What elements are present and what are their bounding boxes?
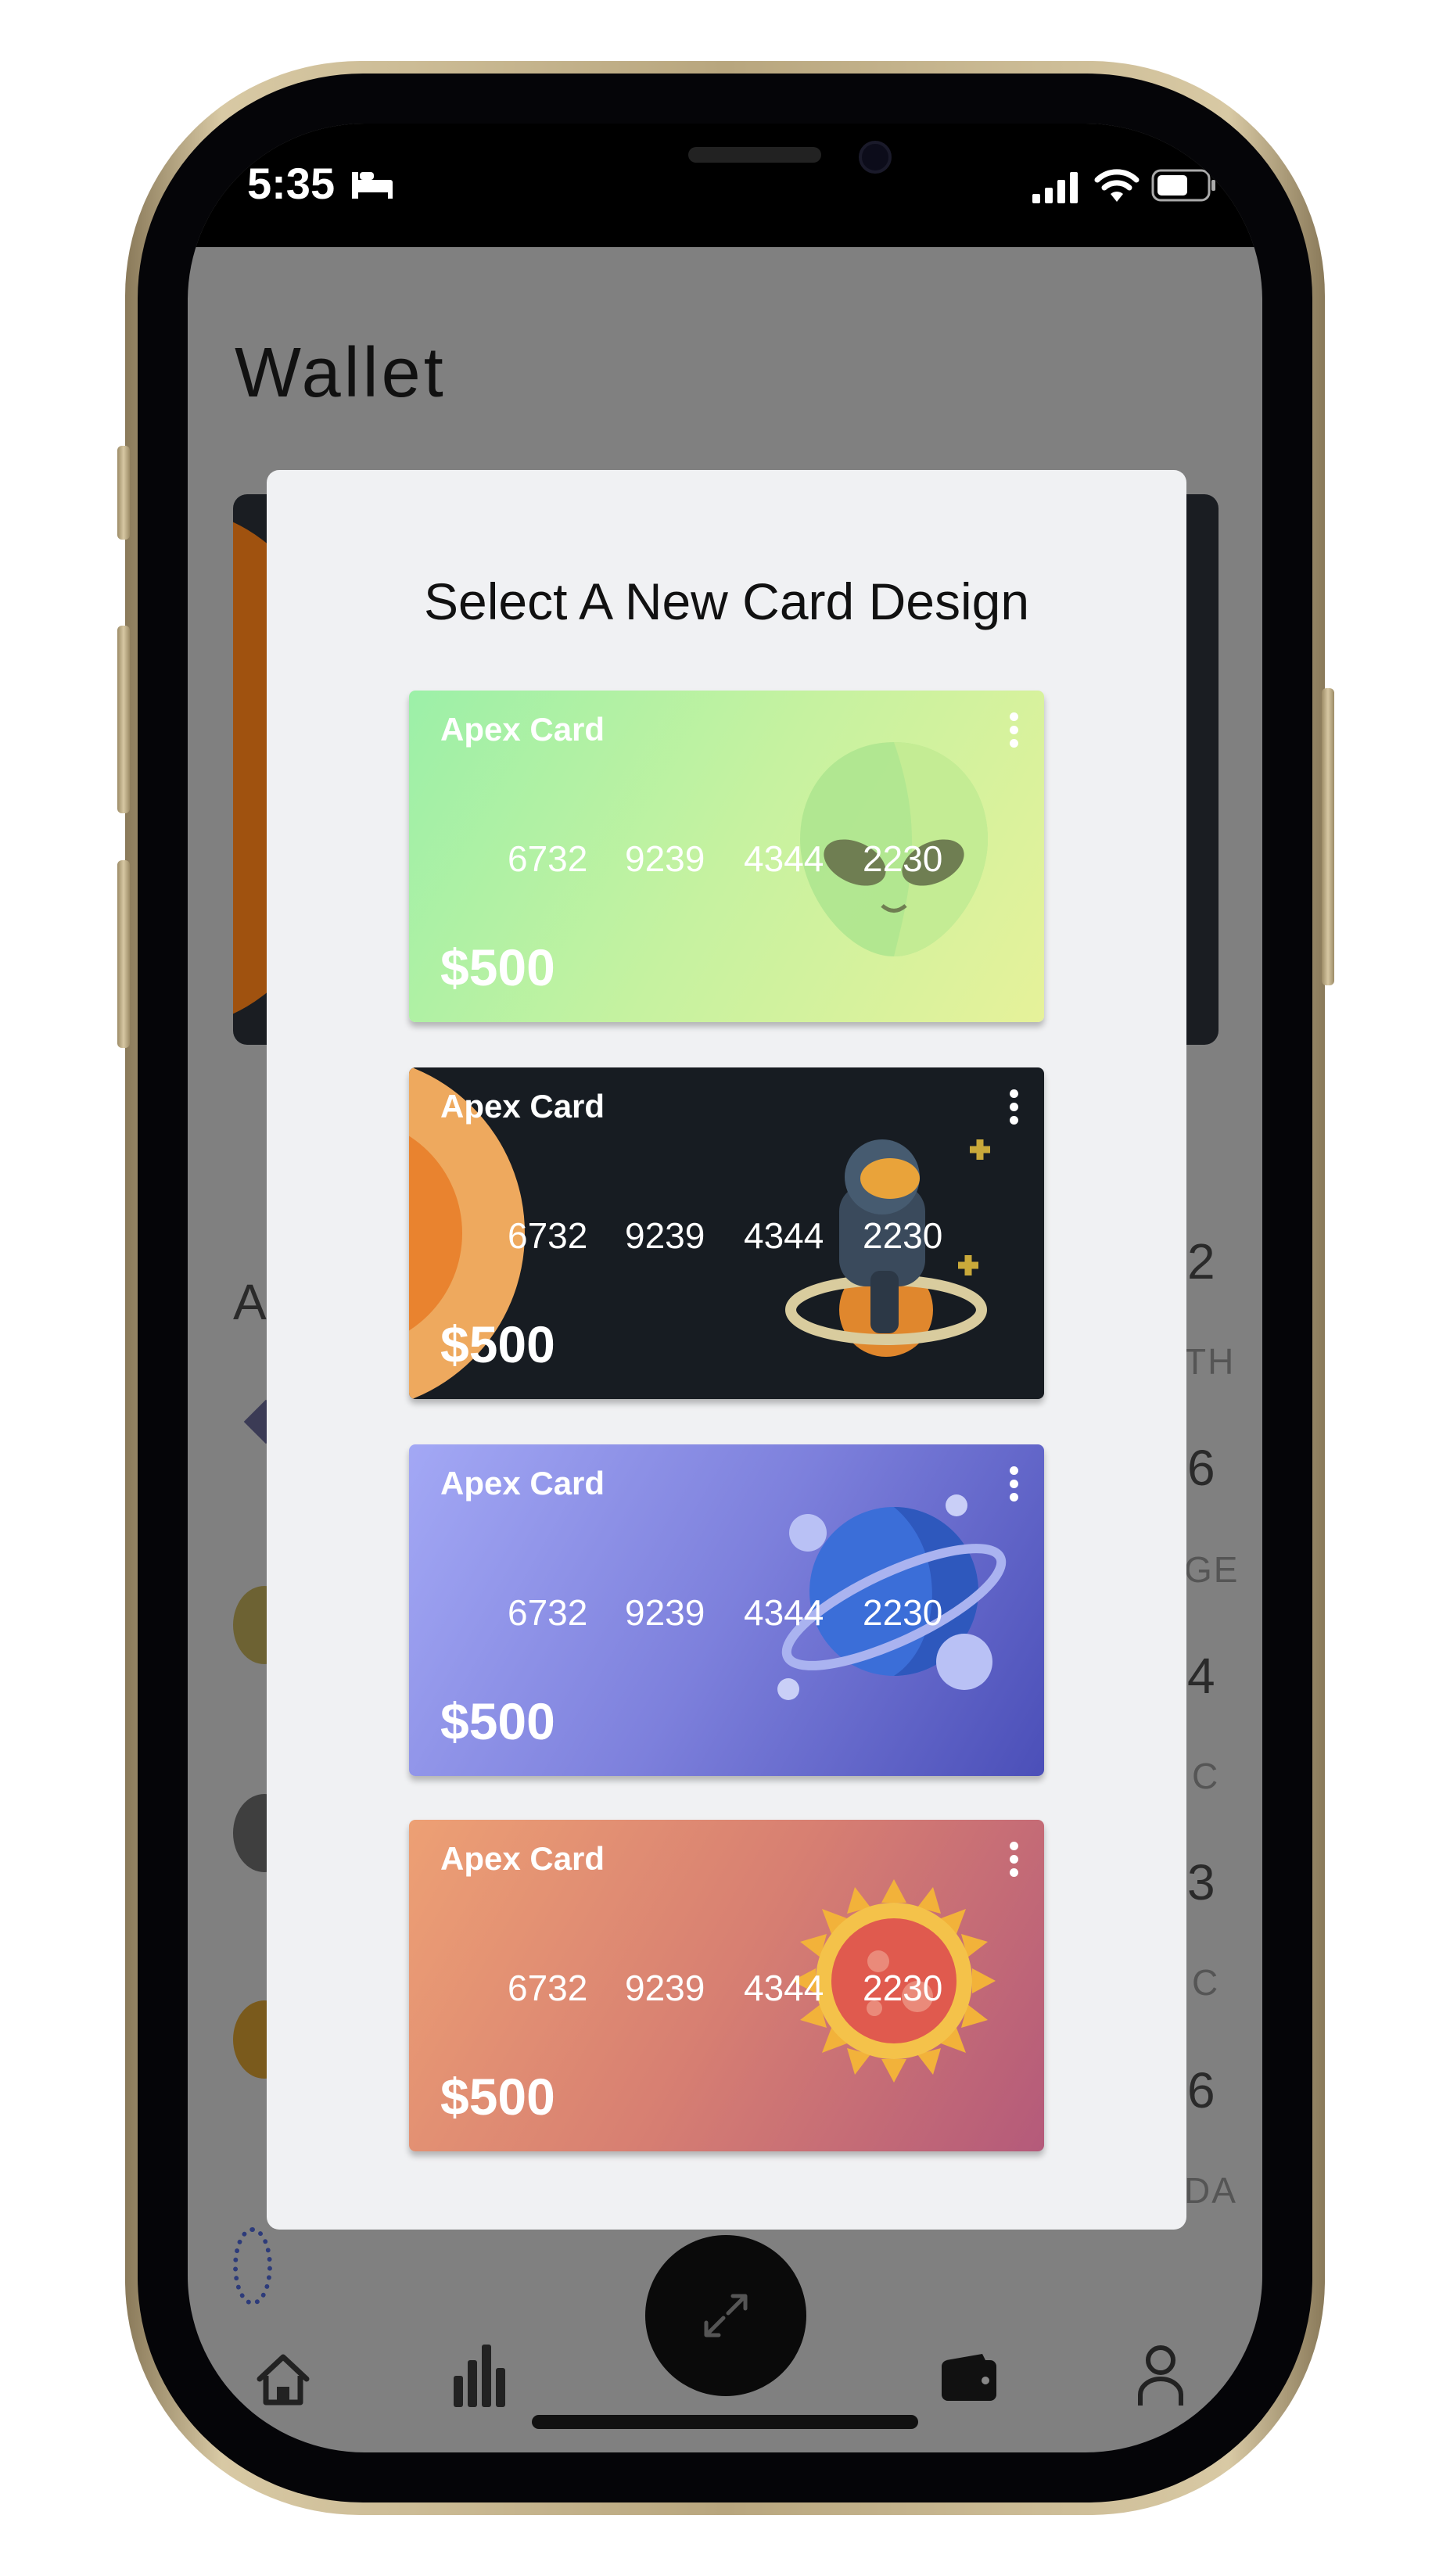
card-design-alien[interactable]: Apex Card 6732 9239 4344 2230 $500 [409, 691, 1044, 1022]
asset-ticker: DA [1184, 2170, 1237, 2211]
card-design-modal: Select A New Card Design Apex Card 6732 … [267, 470, 1186, 2230]
asset-amount: 3 [1187, 1854, 1215, 1910]
card-design-planet[interactable]: Apex Card 6732 9239 4344 2230 $500 [409, 1444, 1044, 1776]
asset-amount: 6 [1187, 1440, 1215, 1496]
stats-icon[interactable] [454, 2345, 508, 2407]
card-number-group: 6732 [508, 1968, 588, 2008]
card-brand: Apex Card [440, 1465, 605, 1501]
more-icon[interactable] [1008, 712, 1019, 755]
battery-icon [1151, 169, 1215, 202]
card-number-group: 6732 [508, 838, 588, 879]
page-title: Wallet [235, 334, 447, 412]
more-icon[interactable] [1008, 1089, 1019, 1132]
card-design-astronaut[interactable]: Apex Card 6732 9239 4344 2230 $500 [409, 1067, 1044, 1399]
card-number-group: 2230 [863, 1968, 943, 2008]
card-balance: $500 [440, 1315, 555, 1373]
card-number-group: 4344 [744, 1968, 824, 2008]
profile-icon[interactable] [1137, 2345, 1184, 2407]
card-number-group: 4344 [744, 1592, 824, 1633]
power-button [1322, 688, 1334, 985]
volume-down-button [117, 860, 130, 1048]
assets-heading: A [233, 1274, 267, 1330]
asset-amount: 6 [1187, 2062, 1215, 2119]
asset-ticker: GE [1184, 1549, 1240, 1590]
card-balance: $500 [440, 938, 555, 996]
asset-ticker: TH [1184, 1341, 1236, 1382]
card-balance: $500 [440, 1692, 555, 1750]
more-icon[interactable] [1008, 1842, 1019, 1884]
asset-amount: 2 [1187, 1233, 1215, 1290]
modal-title: Select A New Card Design [423, 572, 1030, 630]
speaker-grille [688, 147, 821, 163]
card-number-group: 2230 [863, 838, 943, 879]
mute-switch [117, 446, 130, 540]
volume-up-button [117, 626, 130, 813]
card-number-group: 2230 [863, 1215, 943, 1256]
bed-icon [352, 172, 393, 199]
home-icon[interactable] [255, 2352, 311, 2407]
cellular-signal-icon [1032, 172, 1078, 203]
card-number-group: 9239 [625, 838, 705, 879]
asset-ticker: C [1192, 1962, 1220, 2003]
card-number-group: 9239 [625, 1215, 705, 1256]
asset-ticker: C [1192, 1756, 1220, 1796]
card-brand: Apex Card [440, 1840, 605, 1877]
camera-lens [859, 141, 892, 174]
card-brand: Apex Card [440, 1088, 605, 1125]
card-design-sun[interactable]: Apex Card 6732 9239 4344 2230 $500 [409, 1820, 1044, 2151]
card-number-group: 6732 [508, 1592, 588, 1633]
asset-amount: 4 [1187, 1648, 1215, 1704]
card-number-group: 4344 [744, 838, 824, 879]
card-balance: $500 [440, 2068, 555, 2126]
status-time: 5:35 [247, 159, 336, 208]
camera-notch [626, 124, 892, 202]
more-icon[interactable] [1008, 1466, 1019, 1509]
wifi-icon [1094, 169, 1140, 202]
card-number-group: 2230 [863, 1592, 943, 1633]
transfer-icon [704, 2294, 748, 2337]
transfer-button[interactable] [645, 2235, 806, 2396]
card-number-group: 4344 [744, 1215, 824, 1256]
card-brand: Apex Card [440, 711, 605, 748]
card-number-group: 9239 [625, 1968, 705, 2008]
wallet-icon[interactable] [942, 2354, 998, 2401]
card-number-group: 6732 [508, 1215, 588, 1256]
home-indicator[interactable] [532, 2415, 918, 2429]
card-number-group: 9239 [625, 1592, 705, 1633]
